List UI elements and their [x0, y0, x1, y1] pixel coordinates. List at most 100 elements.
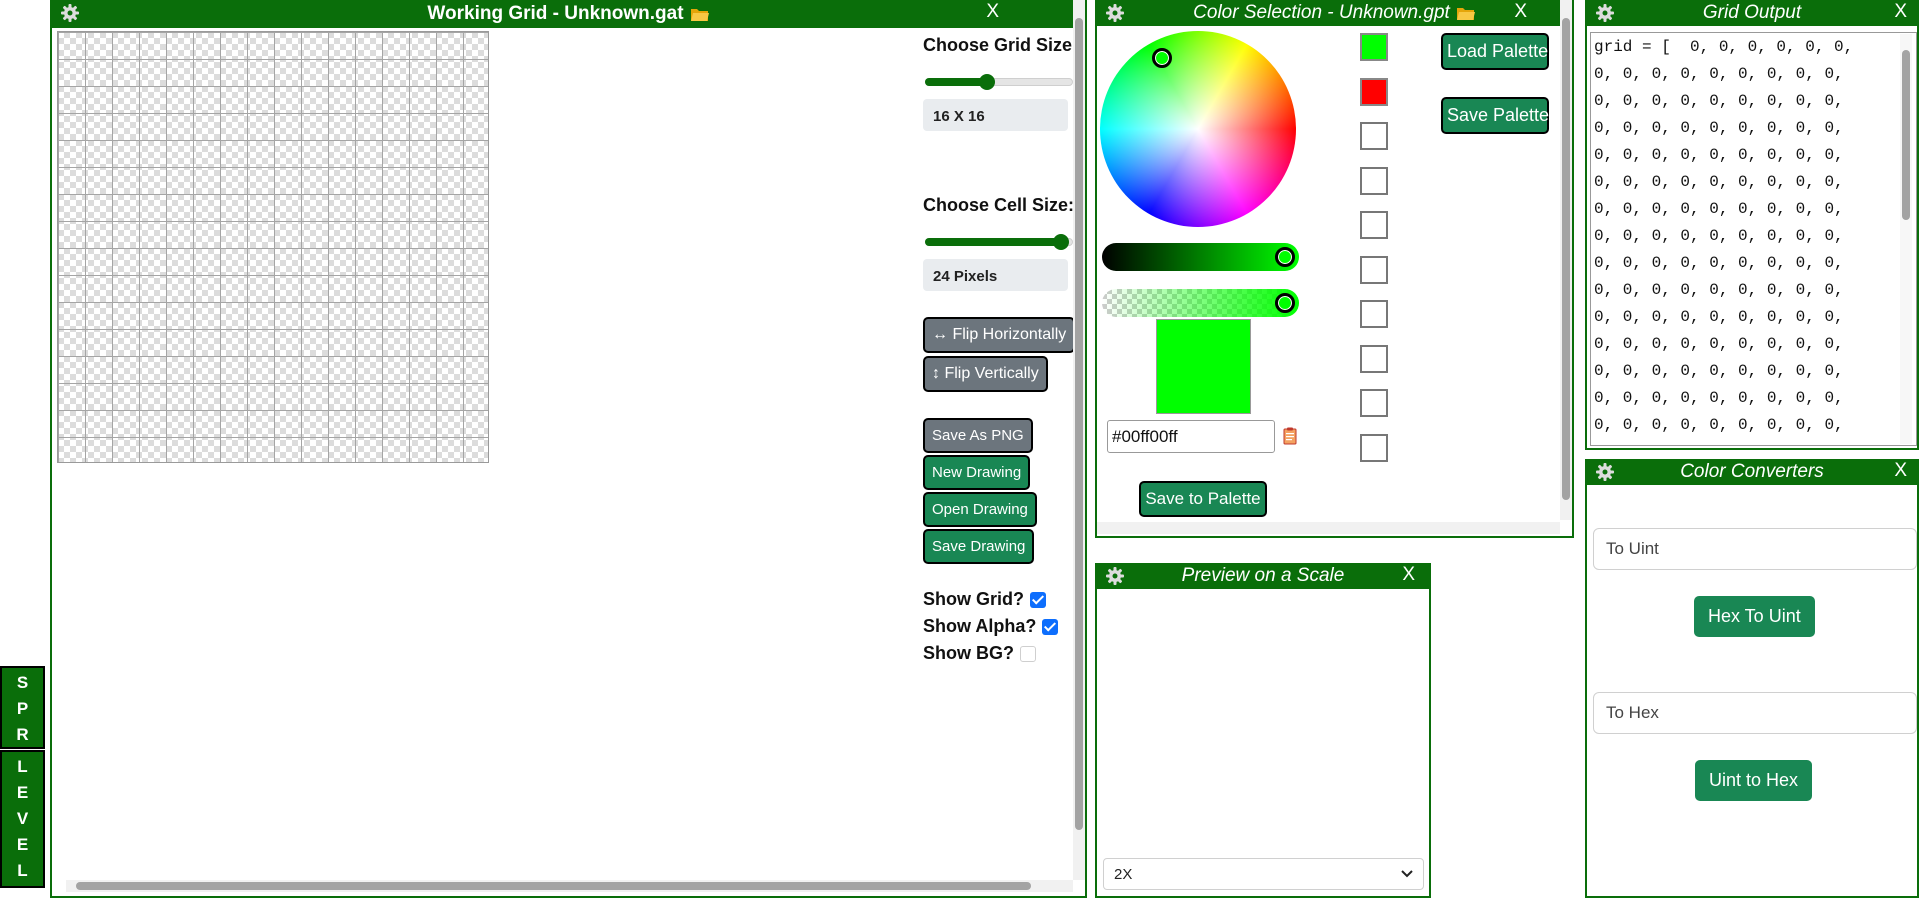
- palette-slot[interactable]: [1360, 433, 1388, 462]
- show-bg-row: Show BG?: [923, 640, 1073, 667]
- grid-output-titlebar[interactable]: Grid Output X: [1587, 0, 1917, 26]
- palette-slot[interactable]: [1360, 389, 1388, 417]
- code-line: 0, 0, 0, 0, 0, 0, 0, 0, 0,: [1594, 281, 1844, 299]
- brightness-slider[interactable]: [1102, 243, 1299, 271]
- preview-titlebar[interactable]: Preview on a Scale X: [1097, 563, 1429, 589]
- current-color-swatch: [1156, 319, 1251, 414]
- show-grid-row: Show Grid?: [923, 586, 1073, 613]
- show-alpha-checkbox[interactable]: [1042, 618, 1059, 635]
- show-alpha-row: Show Alpha?: [923, 613, 1073, 640]
- slider-thumb[interactable]: [1275, 293, 1295, 313]
- scale-select-value: 2X: [1114, 866, 1133, 883]
- slider-thumb[interactable]: [979, 74, 995, 90]
- hex-color-input[interactable]: #00ff00ff: [1107, 420, 1275, 453]
- close-button[interactable]: X: [1894, 460, 1907, 482]
- grid-output-title: Grid Output: [1702, 2, 1802, 23]
- code-line: 0, 0, 0, 0, 0, 0, 0, 0, 0,: [1594, 254, 1844, 272]
- color-converters-titlebar[interactable]: Color Converters X: [1587, 459, 1917, 485]
- color-wheel-knob[interactable]: [1152, 48, 1172, 68]
- palette-slot[interactable]: [1360, 122, 1388, 150]
- cell-size-value: 24 Pixels: [923, 259, 1068, 291]
- color-selection-titlebar[interactable]: Color Selection - Unknown.gpt X: [1097, 0, 1572, 26]
- grid-output-panel: Grid Output X grid = [ 0, 0, 0, 0, 0, 0,…: [1585, 0, 1919, 450]
- code-line: 0, 0, 0, 0, 0, 0, 0, 0, 0,: [1594, 308, 1844, 326]
- gear-icon[interactable]: [1105, 3, 1125, 23]
- sidebar-tab-letter: L: [17, 861, 28, 880]
- slider-thumb[interactable]: [1275, 247, 1295, 267]
- palette-slot[interactable]: [1360, 166, 1388, 195]
- grid-size-slider[interactable]: [923, 70, 1073, 90]
- close-button[interactable]: X: [1514, 1, 1527, 23]
- palette-slot[interactable]: [1360, 33, 1388, 61]
- load-palette-button[interactable]: Load Palette: [1441, 33, 1549, 70]
- vertical-scrollbar[interactable]: [1560, 0, 1572, 520]
- code-line: 0, 0, 0, 0, 0, 0, 0, 0, 0,: [1594, 227, 1844, 245]
- sidebar-tab-letter: E: [16, 835, 29, 854]
- sidebar-tab-letter: P: [16, 699, 29, 718]
- sidebar-tab-letter: E: [16, 783, 29, 802]
- color-selection-title: Color Selection - Unknown.gpt: [1193, 2, 1450, 23]
- sidebar-tab-letter: V: [16, 809, 29, 828]
- to-hex-input[interactable]: To Hex: [1593, 692, 1917, 734]
- new-drawing-button[interactable]: New Drawing: [923, 455, 1031, 490]
- preview-panel: Preview on a Scale X 2X: [1095, 563, 1431, 898]
- code-line: 0, 0, 0, 0, 0, 0, 0, 0, 0,: [1594, 92, 1844, 110]
- save-png-button[interactable]: Save As PNG: [923, 418, 1033, 453]
- cell-size-label: Choose Cell Size:: [923, 195, 1075, 215]
- gear-icon[interactable]: [1595, 462, 1615, 482]
- cell-size-slider[interactable]: [923, 230, 1073, 250]
- grid-controls: Choose Grid Size: 16 X 16 Choose Cell Si…: [923, 30, 1078, 667]
- folder-icon[interactable]: [1456, 6, 1476, 21]
- gear-icon[interactable]: [1595, 3, 1615, 23]
- show-grid-checkbox[interactable]: [1030, 591, 1046, 608]
- close-button[interactable]: X: [1402, 564, 1415, 586]
- palette-slot[interactable]: [1360, 255, 1388, 284]
- color-wheel[interactable]: [1100, 31, 1296, 227]
- scale-select[interactable]: 2X: [1103, 858, 1424, 890]
- show-bg-checkbox[interactable]: [1020, 645, 1036, 662]
- vertical-scrollbar[interactable]: [1900, 34, 1912, 444]
- color-converters-panel: Color Converters X To Uint Hex To Uint T…: [1585, 459, 1919, 898]
- close-button[interactable]: X: [986, 1, 999, 23]
- chevron-down-icon: [1401, 870, 1413, 878]
- horizontal-scrollbar[interactable]: [66, 880, 1073, 892]
- grid-output-code: grid = [ 0, 0, 0, 0, 0, 0, 0, 0, 0, 0, 0,…: [1594, 34, 1894, 439]
- close-button[interactable]: X: [1894, 1, 1907, 23]
- horizontal-scrollbar[interactable]: [1097, 522, 1560, 534]
- code-line: 0, 0, 0, 0, 0, 0, 0, 0, 0,: [1594, 65, 1844, 83]
- palette-slot[interactable]: [1360, 344, 1388, 373]
- show-grid-label: Show Grid?: [923, 589, 1024, 609]
- to-uint-input[interactable]: To Uint: [1593, 528, 1917, 570]
- sidebar-tab-letter: S: [16, 673, 29, 692]
- flip-horizontal-button[interactable]: ↔ Flip Horizontally: [923, 317, 1076, 353]
- hex-to-uint-button[interactable]: Hex To Uint: [1694, 596, 1815, 637]
- palette-slot[interactable]: [1360, 77, 1388, 106]
- save-drawing-button[interactable]: Save Drawing: [923, 529, 1035, 564]
- flip-vertical-button[interactable]: ↕ Flip Vertically: [923, 356, 1048, 392]
- alpha-slider[interactable]: [1102, 289, 1299, 317]
- working-grid-titlebar[interactable]: Working Grid - Unknown.gat X: [52, 0, 1085, 28]
- sidebar-tab-letter: R: [16, 725, 29, 744]
- save-palette-button[interactable]: Save Palette: [1441, 97, 1549, 134]
- open-drawing-button[interactable]: Open Drawing: [923, 492, 1037, 527]
- code-line: 0, 0, 0, 0, 0, 0, 0, 0, 0,: [1594, 173, 1844, 191]
- slider-thumb[interactable]: [1053, 234, 1069, 250]
- folder-icon[interactable]: [690, 7, 710, 22]
- uint-to-hex-button[interactable]: Uint to Hex: [1695, 760, 1813, 801]
- code-line: 0, 0, 0, 0, 0, 0, 0, 0, 0,: [1594, 146, 1844, 164]
- code-line: 0, 0, 0, 0, 0, 0, 0, 0, 0,: [1594, 200, 1844, 218]
- vertical-scrollbar[interactable]: [1073, 0, 1085, 880]
- preview-title: Preview on a Scale: [1181, 565, 1345, 586]
- code-line: 0, 0, 0, 0, 0, 0, 0, 0, 0,: [1594, 416, 1844, 434]
- save-to-palette-button[interactable]: Save to Palette: [1139, 481, 1267, 517]
- sidebar-tab-spr[interactable]: S P R: [0, 666, 45, 749]
- gear-icon[interactable]: [1105, 566, 1125, 586]
- drawing-grid[interactable]: [57, 31, 489, 463]
- palette-slot[interactable]: [1360, 300, 1388, 328]
- gear-icon[interactable]: [60, 3, 80, 23]
- working-grid-title: Working Grid - Unknown.gat: [427, 3, 684, 24]
- code-line: 0, 0, 0, 0, 0, 0, 0, 0, 0,: [1594, 389, 1844, 407]
- palette-slot[interactable]: [1360, 211, 1388, 239]
- clipboard-icon[interactable]: [1283, 427, 1297, 445]
- sidebar-tab-level[interactable]: L E V E L: [0, 750, 45, 888]
